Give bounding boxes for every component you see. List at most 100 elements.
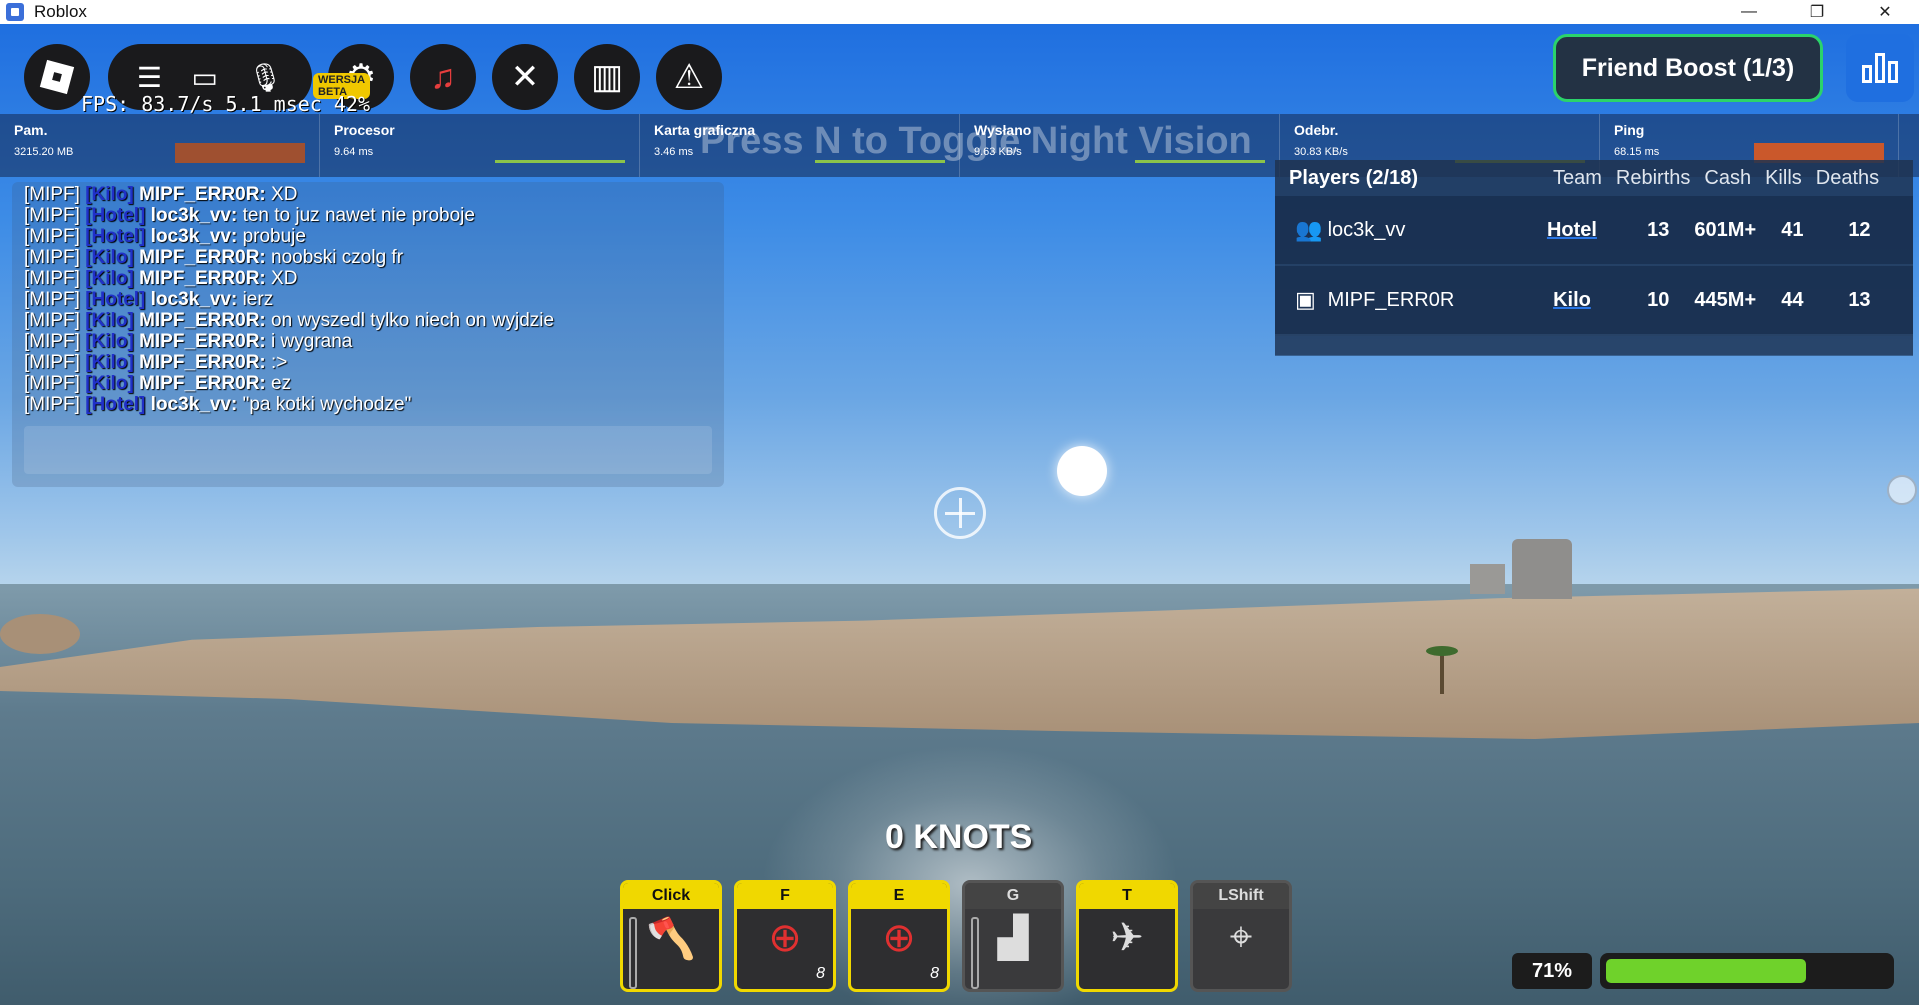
chat-line: [MIPF] [Kilo] MIPF_ERR0R: XD [24,184,554,205]
player-count-title: Players (2/18) [1289,166,1418,189]
chat-team-tag: [Kilo] [85,373,134,394]
hotbar-slot-f[interactable]: F ⊕ 8 [734,880,836,992]
sand-spit [0,614,80,654]
aim-crosshair-icon [934,487,986,539]
tools-button[interactable]: ✕ [492,44,558,110]
speed-readout: 0 KNOTS [885,818,1033,856]
restore-button[interactable]: ❐ [1783,0,1851,24]
roblox-app-icon [6,3,24,21]
stats-button[interactable]: ▥ [574,44,640,110]
hotbar-slot-t[interactable]: T ✈ [1076,880,1178,992]
mic-muted-icon[interactable]: 🎙 [248,61,284,94]
chat-message: ez [271,373,292,394]
window-titlebar: Roblox — ❐ ✕ [0,0,1919,24]
chat-prefix: [MIPF] [24,184,80,205]
hamburger-menu-icon[interactable]: ☰ [137,61,162,94]
chat-message: probuje [242,226,306,247]
chat-team-tag: [Hotel] [85,205,146,226]
stat-label: Ping [1614,122,1645,138]
chat-prefix: [MIPF] [24,226,80,247]
chat-team-tag: [Kilo] [85,331,134,352]
charge-meter [971,917,979,989]
chat-message: "pa kotki wychodze" [242,394,412,415]
hotbar-key-label: LShift [1193,883,1289,909]
leaderboard-button[interactable] [1846,34,1914,102]
turret-icon: ▟ [997,916,1029,960]
friend-boost-button[interactable]: Friend Boost (1/3) [1553,34,1823,102]
chat-username[interactable]: MIPF_ERR0R: [139,247,266,268]
chat-team-tag: [Kilo] [85,247,134,268]
stat-0: Pam. 3215.20 MB [0,114,320,177]
hotbar-slot-g[interactable]: G ▟ [962,880,1064,992]
player-team: Kilo [1553,288,1591,311]
chat-username[interactable]: MIPF_ERR0R: [139,331,266,352]
hotbar-key-label: G [965,883,1061,909]
player-cash: 601M+ [1694,218,1757,241]
rocket-target-icon: ⊕ [882,916,916,960]
chat-line: [MIPF] [Kilo] MIPF_ERR0R: XD [24,268,554,289]
chat-username[interactable]: loc3k_vv: [151,394,238,415]
chat-input-bar[interactable] [24,426,712,474]
stat-graph [175,143,305,163]
chat-line: [MIPF] [Kilo] MIPF_ERR0R: on wyszedl tyl… [24,310,554,331]
chat-username[interactable]: MIPF_ERR0R: [139,310,266,331]
hotbar-slot-click[interactable]: Click 🪓 [620,880,722,992]
player-list: Players (2/18) Team Rebirths Cash Kills … [1275,160,1913,356]
player-list-header: Players (2/18) Team Rebirths Cash Kills … [1275,160,1913,196]
roblox-logo-icon [39,59,75,95]
chat-message: :> [271,352,288,373]
building [1470,564,1505,594]
missile-target-icon: ⊕ [768,916,802,960]
chat-prefix: [MIPF] [24,268,80,289]
music-button[interactable]: ♫ [410,44,476,110]
bar-chart-icon [1862,53,1898,83]
side-toggle-button[interactable] [1887,475,1917,505]
night-vision-hint: Press N to Toggle Night Vision [700,120,1252,162]
chat-team-tag: [Kilo] [85,184,134,205]
hotbar-key-label: F [737,883,833,909]
chat-username[interactable]: loc3k_vv: [151,205,238,226]
chat-username[interactable]: loc3k_vv: [151,226,238,247]
health-bar [1600,953,1894,989]
sun [1057,446,1107,496]
col-kills: Kills [1765,166,1802,189]
health-percent: 71% [1512,953,1592,989]
premium-icon: ▣ [1295,287,1316,312]
hotbar-key-label: E [851,883,947,909]
ability-hotbar: Click 🪓 F ⊕ 8 E ⊕ 8 G ▟ T ✈ LShift ⌖ [620,880,1292,992]
chat-icon[interactable]: ▭ [192,61,218,94]
warning-button[interactable]: ⚠ [656,44,722,110]
chart-icon: ▥ [590,58,624,96]
hotbar-slot-lshift[interactable]: LShift ⌖ [1190,880,1292,992]
window-title: Roblox [34,2,87,21]
player-kills: 41 [1781,218,1804,241]
close-button[interactable]: ✕ [1851,0,1919,24]
axe-icon: 🪓 [646,917,696,961]
chat-username[interactable]: loc3k_vv: [151,289,238,310]
player-deaths: 13 [1848,288,1871,311]
chat-username[interactable]: MIPF_ERR0R: [139,184,266,205]
col-cash: Cash [1704,166,1752,189]
chat-prefix: [MIPF] [24,289,80,310]
chat-line: [MIPF] [Hotel] loc3k_vv: "pa kotki wycho… [24,394,554,415]
chat-username[interactable]: MIPF_ERR0R: [139,268,266,289]
chat-message: noobski czolg fr [271,247,404,268]
chat-message: on wyszedl tylko niech on wyjdzie [271,310,555,331]
chat-team-tag: [Kilo] [85,310,134,331]
minimize-button[interactable]: — [1715,0,1783,24]
player-cash: 445M+ [1694,288,1757,311]
chat-line: [MIPF] [Kilo] MIPF_ERR0R: noobski czolg … [24,247,554,268]
chat-line: [MIPF] [Hotel] loc3k_vv: ierz [24,289,554,310]
hotbar-key-label: T [1079,883,1175,909]
chat-window: [MIPF] [Kilo] MIPF_ERR0R: XD [MIPF] [Hote… [12,182,724,487]
chat-message: XD [271,268,298,289]
player-row[interactable]: ▣ MIPF_ERR0R Kilo 10 445M+ 44 13 [1275,266,1913,334]
chat-username[interactable]: MIPF_ERR0R: [139,352,266,373]
col-rebirths: Rebirths [1615,166,1691,189]
hotbar-slot-e[interactable]: E ⊕ 8 [848,880,950,992]
chat-team-tag: [Kilo] [85,268,134,289]
chat-line: [MIPF] [Kilo] MIPF_ERR0R: :> [24,352,554,373]
player-row[interactable]: 👥 loc3k_vv Hotel 13 601M+ 41 12 [1275,196,1913,264]
tower [1512,539,1572,599]
chat-username[interactable]: MIPF_ERR0R: [139,373,266,394]
